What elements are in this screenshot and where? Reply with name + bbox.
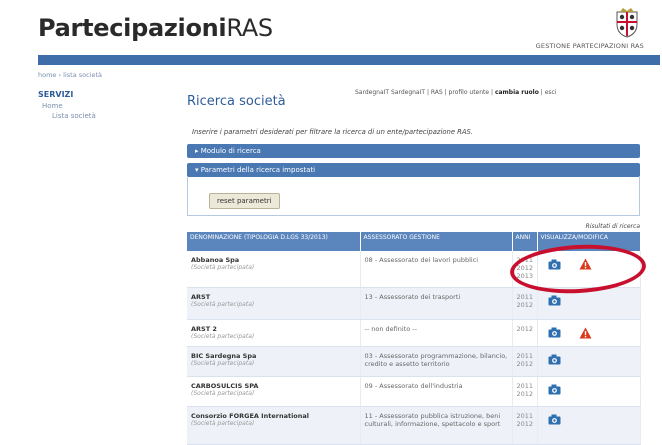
header-bar [38,55,660,65]
cell-denominazione: CARBOSULCIS SPA (Società partecipata) [187,376,361,407]
cell-denominazione: ARST (Società partecipata) [187,287,361,320]
cell-anni: 2012 [512,319,538,347]
company-name[interactable]: ARST 2 [191,325,356,333]
table-row: CARBOSULCIS SPA (Società partecipata) 09 -… [187,376,641,407]
table-row: ARST 2 (Società partecipata) -- non defini… [187,319,641,347]
view-camera-icon[interactable] [548,414,561,427]
company-name[interactable]: ARST [191,293,356,301]
company-type: (Società partecipata) [191,332,255,340]
cell-anni: 2011 2012 [512,376,538,407]
company-type: (Società partecipata) [191,389,255,397]
emblem-caption: GESTIONE PARTECIPAZIONI RAS [535,42,644,50]
intro-text: Inserire i parametri desiderati per filt… [192,128,474,136]
col-header-anni[interactable]: ANNI [512,232,538,251]
change-role-link[interactable]: cambia ruolo [495,89,539,96]
cell-actions [537,319,641,347]
view-camera-icon[interactable] [548,384,561,397]
page-title: Ricerca società [187,94,286,109]
company-name[interactable]: Abbanoa Spa [191,256,356,264]
sidebar-title: SERVIZI [38,90,74,99]
company-name[interactable]: CARBOSULCIS SPA [191,382,356,390]
exit-link[interactable]: | esci [541,89,557,96]
company-type: (Società partecipata) [191,419,255,427]
sidebar-item-home[interactable]: Home [42,102,63,110]
company-type: (Società partecipata) [191,359,255,367]
cell-actions [537,346,641,377]
col-header-denominazione[interactable]: DENOMINAZIONE (TIPOLOGIA D.LGS 33/2013) [187,232,361,251]
cell-anni: 2011 2012 [512,287,538,320]
sidebar-item-lista-societa[interactable]: Lista società [52,112,96,120]
accordion-search-form[interactable]: ▸ Modulo di ricerca [187,144,640,158]
cell-assessorato: -- non definito -- [360,319,513,347]
table-row: Consorzio FORGEA International (Società p… [187,406,641,445]
view-camera-icon[interactable] [548,295,561,308]
cell-assessorato: 13 - Assessorato dei trasporti [360,287,513,320]
results-label: Risultati di ricerca [585,223,640,230]
cell-denominazione: Consorzio FORGEA International (Società p… [187,406,361,445]
company-type: (Società partecipata) [191,300,255,308]
cell-actions [537,406,641,445]
cell-denominazione: ARST 2 (Società partecipata) [187,319,361,347]
view-camera-icon[interactable] [548,354,561,367]
cell-assessorato: 08 - Assessorato dei lavori pubblici [360,251,513,288]
cell-anni: 2011 2012 [512,346,538,377]
reset-button[interactable]: reset parametri [209,193,280,209]
cell-denominazione: BIC Sardegna Spa (Società partecipata) [187,346,361,377]
breadcrumb[interactable]: home › lista società [38,71,102,79]
cell-assessorato: 11 - Assessorato pubblica istruzione, be… [360,406,513,445]
cell-anni: 2011 2012 [512,406,538,445]
app-logo[interactable]: PartecipazioniRAS [38,14,273,42]
col-header-assessorato[interactable]: ASSESSORATO GESTIONE [360,232,513,251]
accordion-search-params[interactable]: ▾ Parametri della ricerca impostati [187,163,640,177]
warning-icon[interactable] [579,327,592,341]
company-type: (Società partecipata) [191,264,255,271]
cell-assessorato: 09 - Assessorato dell'industria [360,376,513,407]
cell-assessorato: 03 - Assessorato programmazione, bilanci… [360,346,513,377]
view-camera-icon[interactable] [548,327,561,340]
user-links[interactable]: SardegnaIT SardegnaIT | RAS | profilo ut… [355,89,493,96]
company-name[interactable]: BIC Sardegna Spa [191,352,356,360]
user-bar: SardegnaIT SardegnaIT | RAS | profilo ut… [355,89,556,96]
table-row: BIC Sardegna Spa (Società partecipata) 03 … [187,346,641,377]
sardinia-emblem-icon [616,8,638,38]
cell-actions [537,376,641,407]
cell-denominazione: Abbanoa Spa (Società partecipata) [187,251,361,288]
company-name[interactable]: Consorzio FORGEA International [191,412,356,420]
